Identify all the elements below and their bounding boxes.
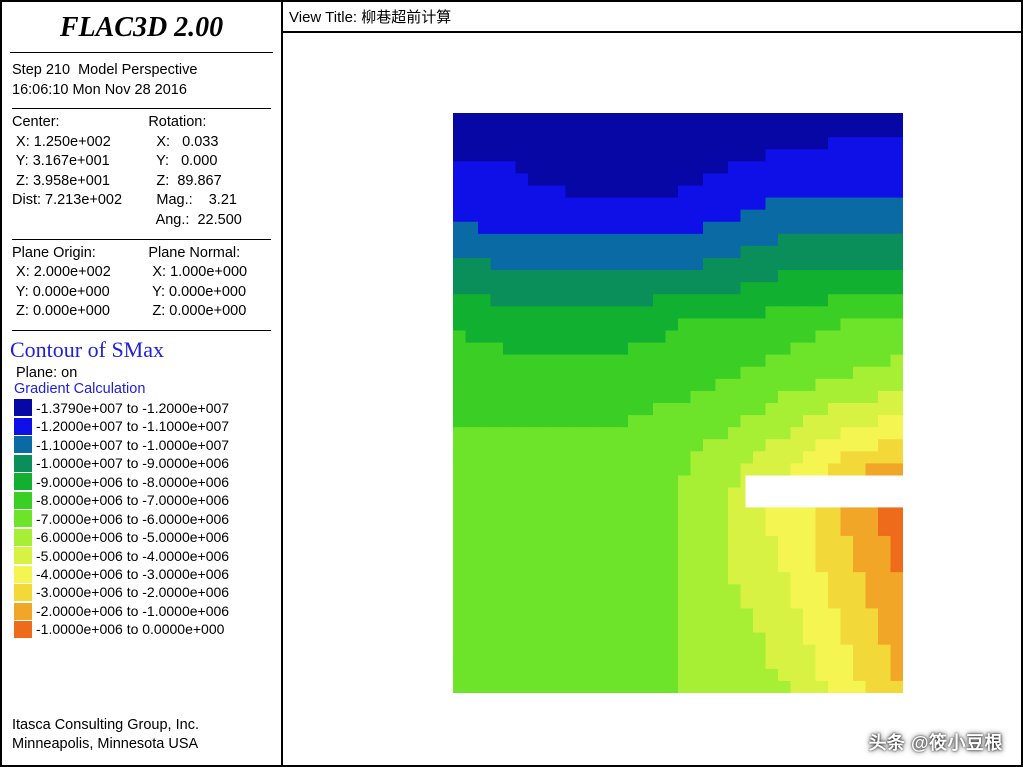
view-params: Center: X: 1.250e+002 Y: 3.167e+001 Z: 3… [2, 111, 281, 236]
info-sidebar: FLAC3D 2.00 Step 210 Model Perspective 1… [2, 2, 283, 765]
legend-label: -1.3790e+007 to -1.2000e+007 [36, 399, 229, 417]
pn-y: Y: 0.000e+000 [148, 283, 271, 303]
legend: -1.3790e+007 to -1.2000e+007-1.2000e+007… [2, 399, 281, 639]
main-panel: View Title: 柳巷超前计算 头条 @筱小豆根 [283, 2, 1021, 765]
legend-row: -1.2000e+007 to -1.1000e+007 [14, 417, 271, 435]
legend-swatch [14, 436, 32, 453]
mag: Mag.: 3.21 [148, 191, 271, 211]
vendor-l2: Minneapolis, Minnesota USA [12, 735, 271, 755]
legend-swatch [14, 399, 32, 416]
legend-label: -9.0000e+006 to -8.0000e+006 [36, 473, 229, 491]
rot-z: Z: 89.867 [148, 172, 271, 192]
legend-row: -4.0000e+006 to -3.0000e+006 [14, 565, 271, 583]
legend-label: -6.0000e+006 to -5.0000e+006 [36, 528, 229, 546]
legend-row: -1.1000e+007 to -1.0000e+007 [14, 436, 271, 454]
vendor-l1: Itasca Consulting Group, Inc. [12, 716, 271, 736]
plane-params: Plane Origin: X: 2.000e+002 Y: 0.000e+00… [2, 242, 281, 328]
center-z: Z: 3.958e+001 [12, 172, 148, 192]
plane-normal-label: Plane Normal: [148, 244, 271, 264]
legend-row: -1.0000e+006 to 0.0000e+000 [14, 620, 271, 638]
legend-label: -3.0000e+006 to -2.0000e+006 [36, 583, 229, 601]
step-line: Step 210 Model Perspective [12, 61, 271, 81]
legend-swatch [14, 473, 32, 490]
legend-row: -5.0000e+006 to -4.0000e+006 [14, 547, 271, 565]
sim-status: Step 210 Model Perspective 16:06:10 Mon … [2, 59, 281, 106]
legend-label: -1.0000e+007 to -9.0000e+006 [36, 454, 229, 472]
center-label: Center: [12, 113, 148, 133]
po-y: Y: 0.000e+000 [12, 283, 148, 303]
legend-label: -4.0000e+006 to -3.0000e+006 [36, 565, 229, 583]
legend-label: -1.2000e+007 to -1.1000e+007 [36, 417, 229, 435]
view-title: 柳巷超前计算 [361, 9, 451, 26]
center-y: Y: 3.167e+001 [12, 152, 148, 172]
rotation-label: Rotation: [148, 113, 271, 133]
legend-label: -2.0000e+006 to -1.0000e+006 [36, 602, 229, 620]
divider [12, 239, 271, 240]
legend-row: -3.0000e+006 to -2.0000e+006 [14, 583, 271, 601]
legend-row: -8.0000e+006 to -7.0000e+006 [14, 491, 271, 509]
divider [12, 330, 271, 331]
plane-on: Plane: on [2, 363, 281, 381]
view-title-prefix: View Title: [289, 9, 361, 26]
rot-x: X: 0.033 [148, 133, 271, 153]
po-z: Z: 0.000e+000 [12, 302, 148, 322]
rot-y: Y: 0.000 [148, 152, 271, 172]
legend-label: -7.0000e+006 to -6.0000e+006 [36, 510, 229, 528]
legend-swatch [14, 621, 32, 638]
legend-row: -6.0000e+006 to -5.0000e+006 [14, 528, 271, 546]
divider [12, 108, 271, 109]
legend-swatch [14, 603, 32, 620]
legend-swatch [14, 529, 32, 546]
po-x: X: 2.000e+002 [12, 263, 148, 283]
legend-label: -5.0000e+006 to -4.0000e+006 [36, 547, 229, 565]
plot-canvas[interactable]: 头条 @筱小豆根 [283, 33, 1021, 765]
contour-plot [453, 113, 903, 693]
center-x: X: 1.250e+002 [12, 133, 148, 153]
pn-x: X: 1.000e+000 [148, 263, 271, 283]
pn-z: Z: 0.000e+000 [148, 302, 271, 322]
time-line: 16:06:10 Mon Nov 28 2016 [12, 81, 271, 101]
dist: Dist: 7.213e+002 [12, 191, 148, 211]
legend-row: -9.0000e+006 to -8.0000e+006 [14, 473, 271, 491]
legend-swatch [14, 492, 32, 509]
contour-title: Contour of SMax [2, 333, 281, 363]
legend-row: -2.0000e+006 to -1.0000e+006 [14, 602, 271, 620]
legend-row: -1.3790e+007 to -1.2000e+007 [14, 399, 271, 417]
app-root: FLAC3D 2.00 Step 210 Model Perspective 1… [0, 0, 1023, 767]
watermark: 头条 @筱小豆根 [868, 729, 1003, 755]
legend-label: -1.0000e+006 to 0.0000e+000 [36, 620, 224, 638]
legend-label: -1.1000e+007 to -1.0000e+007 [36, 436, 229, 454]
ang: Ang.: 22.500 [148, 211, 271, 231]
legend-swatch [14, 566, 32, 583]
legend-swatch [14, 418, 32, 435]
legend-label: -8.0000e+006 to -7.0000e+006 [36, 491, 229, 509]
legend-row: -1.0000e+007 to -9.0000e+006 [14, 454, 271, 472]
legend-swatch [14, 547, 32, 564]
gradient-calc-label: Gradient Calculation [2, 381, 281, 399]
legend-row: -7.0000e+006 to -6.0000e+006 [14, 510, 271, 528]
plane-origin-label: Plane Origin: [12, 244, 148, 264]
legend-swatch [14, 510, 32, 527]
legend-swatch [14, 455, 32, 472]
vendor-footer: Itasca Consulting Group, Inc. Minneapoli… [2, 716, 281, 761]
view-titlebar: View Title: 柳巷超前计算 [283, 2, 1021, 33]
app-logo: FLAC3D 2.00 [10, 6, 273, 53]
legend-swatch [14, 584, 32, 601]
